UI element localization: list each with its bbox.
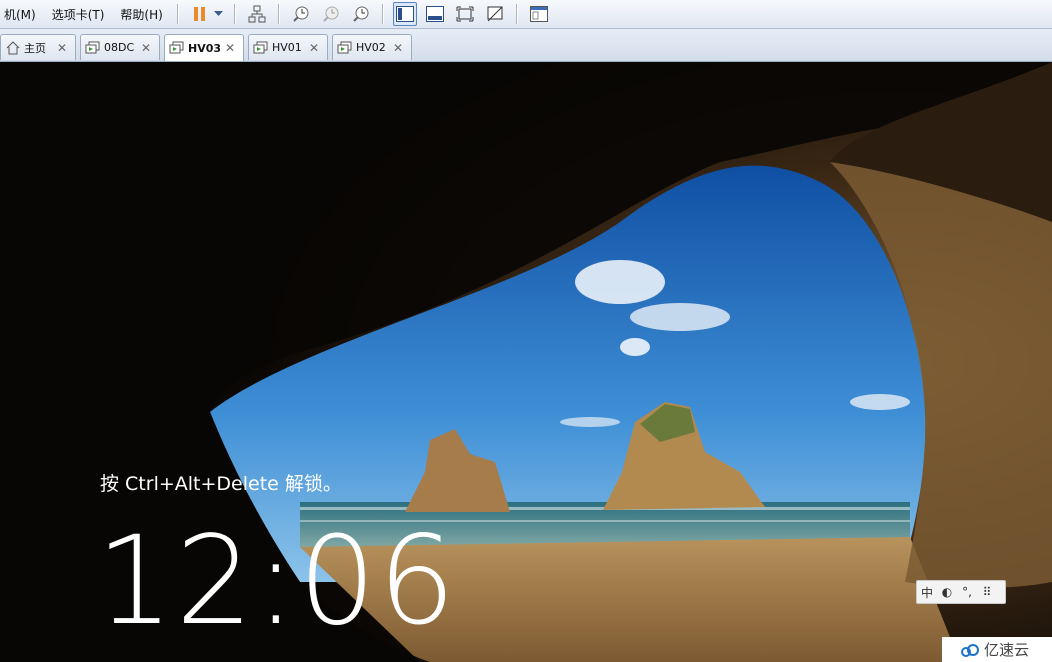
vm-icon [337,40,353,56]
dropdown-icon [214,11,224,16]
view-console-button[interactable] [423,2,447,26]
library-icon [529,6,548,22]
tab-hv02[interactable]: HV02 ✕ [332,34,412,60]
cloud-logo-icon [961,643,979,657]
power-dropdown-button[interactable] [213,2,225,26]
watermark: 亿速云 [942,637,1052,662]
menu-tabs[interactable]: 选项卡(T) [44,6,113,23]
ime-mode-label[interactable]: 中 [917,584,937,601]
moon-icon[interactable]: ◐ [937,585,957,599]
view-sidebar-icon [395,6,414,22]
fullscreen-button[interactable] [453,2,477,26]
unlock-instruction: 按 Ctrl+Alt+Delete 解锁。 [100,473,342,495]
snapshot-take-button[interactable] [289,2,313,26]
vm-console-screen[interactable]: 按 Ctrl+Alt+Delete 解锁。 12:06 中 ◐ °, ⠿ 亿速云 [0,62,1052,662]
home-icon [5,40,21,56]
library-button[interactable] [527,2,551,26]
menu-vm[interactable]: 机(M) [0,6,44,23]
tab-hv03[interactable]: HV03 ✕ [164,34,244,61]
snapshot-revert-button[interactable] [319,2,343,26]
toolbar-separator [381,4,384,24]
menu-toolbar: 机(M) 选项卡(T) 帮助(H) [0,0,1052,29]
close-icon[interactable]: ✕ [139,41,153,55]
view-console-icon [425,6,444,22]
snapshot-take-icon [293,6,309,22]
close-icon[interactable]: ✕ [307,41,321,55]
close-icon[interactable]: ✕ [223,41,237,55]
vm-icon [253,40,269,56]
snapshot-manager-button[interactable] [349,2,373,26]
punctuation-icon[interactable]: °, [957,585,977,599]
snapshot-revert-icon [323,6,339,22]
unity-icon [487,6,503,22]
lockscreen-clock: 12:06 [96,510,458,652]
network-button[interactable] [245,2,269,26]
ime-toolbar[interactable]: 中 ◐ °, ⠿ [916,580,1006,604]
toolbar-separator [277,4,280,24]
pause-button[interactable] [188,2,212,26]
tab-label: HV03 [188,41,222,55]
tab-label: 08DC [104,41,135,54]
close-icon[interactable]: ✕ [391,41,405,55]
tab-label: 主页 [24,41,46,55]
toolbar-separator [515,4,518,24]
toolbar-separator [176,4,179,24]
close-icon[interactable]: ✕ [55,41,69,55]
tab-hv01[interactable]: HV01 ✕ [248,34,328,60]
view-sidebar-button[interactable] [392,2,417,26]
tab-home[interactable]: 主页 ✕ [0,34,76,60]
network-icon [248,5,266,23]
tab-label: HV02 [356,41,386,54]
grip-icon[interactable]: ⠿ [977,585,997,599]
tab-bar: 主页 ✕ 08DC ✕ HV03 ✕ HV01 ✕ HV02 ✕ [0,29,1052,62]
toolbar-separator [233,4,236,24]
fullscreen-icon [456,6,474,22]
snapshot-manager-icon [353,6,369,22]
menu-help[interactable]: 帮助(H) [112,6,170,23]
pause-icon [193,7,205,21]
watermark-text: 亿速云 [984,641,1030,659]
vm-icon [85,40,101,56]
unity-button[interactable] [483,2,507,26]
tab-08dc[interactable]: 08DC ✕ [80,34,160,60]
vm-icon [169,40,185,56]
tab-label: HV01 [272,41,302,54]
